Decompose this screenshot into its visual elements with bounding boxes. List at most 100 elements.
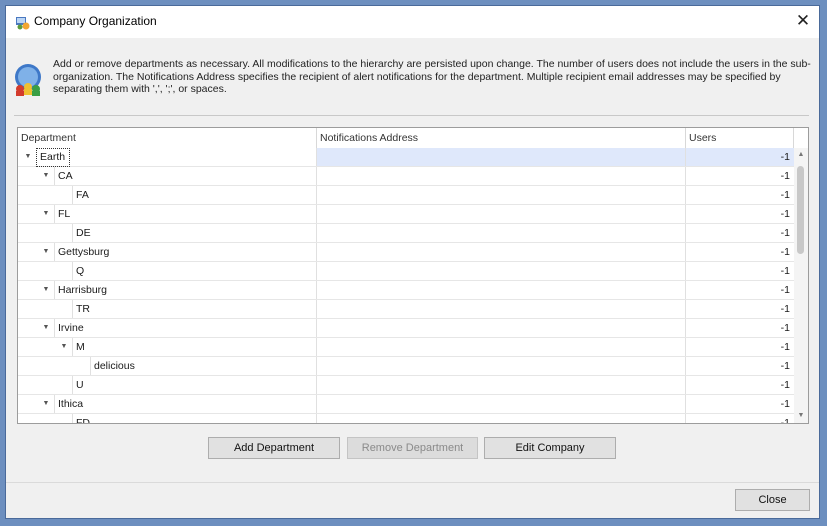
- window-title: Company Organization: [34, 14, 157, 28]
- department-name: M: [72, 338, 85, 356]
- table-row[interactable]: U -1: [18, 376, 794, 395]
- table-row[interactable]: ▼ CA -1: [18, 167, 794, 186]
- department-cell[interactable]: ▼ M: [18, 338, 317, 356]
- table-row[interactable]: ▼ M -1: [18, 338, 794, 357]
- table-row[interactable]: ▼ Earth -1: [18, 148, 794, 167]
- table-row[interactable]: FD -1: [18, 414, 794, 424]
- users-cell: -1: [780, 227, 790, 239]
- department-cell[interactable]: ▼ Earth: [18, 148, 317, 167]
- department-cell[interactable]: DE: [18, 224, 317, 242]
- department-cell[interactable]: ▼ Gettysburg: [18, 243, 317, 261]
- department-cell[interactable]: ▼ Ithica: [18, 395, 317, 413]
- users-cell: -1: [780, 341, 790, 353]
- grid-header: Department Notifications Address Users: [18, 128, 808, 149]
- department-name: Earth: [36, 148, 71, 167]
- expand-arrow-icon[interactable]: ▼: [40, 205, 52, 223]
- department-name: CA: [54, 167, 73, 185]
- table-row[interactable]: ▼ FL -1: [18, 205, 794, 224]
- notifications-address-cell[interactable]: [317, 186, 686, 204]
- notifications-address-cell[interactable]: [317, 395, 686, 413]
- notifications-address-cell[interactable]: [317, 262, 686, 280]
- department-cell[interactable]: ▼ Harrisburg: [18, 281, 317, 299]
- table-row[interactable]: FA -1: [18, 186, 794, 205]
- users-cell: -1: [780, 398, 790, 410]
- users-cell: -1: [780, 322, 790, 334]
- department-name: FD: [72, 414, 90, 423]
- table-row[interactable]: ▼ Ithica -1: [18, 395, 794, 414]
- edit-company-button[interactable]: Edit Company: [484, 437, 616, 459]
- table-row[interactable]: ▼ Irvine -1: [18, 319, 794, 338]
- column-header-notifications-address[interactable]: Notifications Address: [317, 128, 686, 148]
- users-cell: -1: [780, 208, 790, 220]
- notifications-address-cell[interactable]: [317, 357, 686, 375]
- organization-people-icon: [15, 64, 41, 96]
- column-header-users[interactable]: Users: [686, 128, 794, 148]
- department-cell[interactable]: TR: [18, 300, 317, 318]
- users-cell: -1: [780, 417, 790, 424]
- department-cell[interactable]: FD: [18, 414, 317, 423]
- table-row[interactable]: TR -1: [18, 300, 794, 319]
- notifications-address-cell[interactable]: [317, 300, 686, 318]
- expand-arrow-icon[interactable]: ▼: [40, 243, 52, 261]
- expand-arrow-icon[interactable]: ▼: [40, 395, 52, 413]
- department-name: Harrisburg: [54, 281, 107, 299]
- users-cell: -1: [780, 303, 790, 315]
- scroll-down-icon[interactable]: ▼: [794, 409, 808, 423]
- users-cell: -1: [780, 151, 790, 163]
- notifications-address-cell[interactable]: [317, 338, 686, 356]
- notifications-address-cell[interactable]: [317, 376, 686, 394]
- company-organization-dialog: Company Organization ✕ Add or remove dep…: [5, 5, 820, 519]
- department-name: DE: [72, 224, 91, 242]
- notifications-address-cell[interactable]: [317, 243, 686, 261]
- department-cell[interactable]: delicious: [18, 357, 317, 375]
- column-header-department[interactable]: Department: [18, 128, 317, 148]
- notifications-address-cell[interactable]: [317, 414, 686, 423]
- department-name: Gettysburg: [54, 243, 109, 261]
- scroll-up-icon[interactable]: ▲: [794, 148, 808, 162]
- notifications-address-cell[interactable]: [317, 281, 686, 299]
- vertical-scrollbar[interactable]: ▲ ▼: [794, 148, 808, 423]
- expand-arrow-icon[interactable]: ▼: [22, 148, 34, 166]
- remove-department-button[interactable]: Remove Department: [347, 437, 478, 459]
- add-department-button[interactable]: Add Department: [208, 437, 340, 459]
- notifications-address-cell[interactable]: [317, 148, 686, 166]
- department-cell[interactable]: ▼ Irvine: [18, 319, 317, 337]
- notifications-address-cell[interactable]: [317, 224, 686, 242]
- department-name: TR: [72, 300, 90, 318]
- expand-arrow-icon[interactable]: ▼: [58, 338, 70, 356]
- users-cell: -1: [780, 360, 790, 372]
- department-name: delicious: [90, 357, 135, 375]
- department-cell[interactable]: FA: [18, 186, 317, 204]
- users-cell: -1: [780, 265, 790, 277]
- department-grid: Department Notifications Address Users ▼…: [17, 127, 809, 424]
- table-row[interactable]: ▼ Gettysburg -1: [18, 243, 794, 262]
- notifications-address-cell[interactable]: [317, 319, 686, 337]
- users-cell: -1: [780, 284, 790, 296]
- department-name: Ithica: [54, 395, 83, 413]
- department-cell[interactable]: ▼ FL: [18, 205, 317, 223]
- table-row[interactable]: delicious -1: [18, 357, 794, 376]
- close-button[interactable]: Close: [735, 489, 810, 511]
- department-name: U: [72, 376, 84, 394]
- table-row[interactable]: Q -1: [18, 262, 794, 281]
- department-cell[interactable]: U: [18, 376, 317, 394]
- expand-arrow-icon[interactable]: ▼: [40, 319, 52, 337]
- separator: [14, 115, 809, 116]
- notifications-address-cell[interactable]: [317, 167, 686, 185]
- users-cell: -1: [780, 379, 790, 391]
- dialog-footer: Close: [6, 482, 819, 518]
- expand-arrow-icon[interactable]: ▼: [40, 167, 52, 185]
- scroll-thumb[interactable]: [797, 166, 804, 254]
- department-cell[interactable]: ▼ CA: [18, 167, 317, 185]
- users-cell: -1: [780, 170, 790, 182]
- expand-arrow-icon[interactable]: ▼: [40, 281, 52, 299]
- department-cell[interactable]: Q: [18, 262, 317, 280]
- title-bar: Company Organization ✕: [6, 6, 819, 38]
- table-row[interactable]: ▼ Harrisburg -1: [18, 281, 794, 300]
- department-name: FL: [54, 205, 70, 223]
- users-cell: -1: [780, 189, 790, 201]
- department-name: FA: [72, 186, 89, 204]
- notifications-address-cell[interactable]: [317, 205, 686, 223]
- table-row[interactable]: DE -1: [18, 224, 794, 243]
- close-icon[interactable]: ✕: [791, 10, 815, 32]
